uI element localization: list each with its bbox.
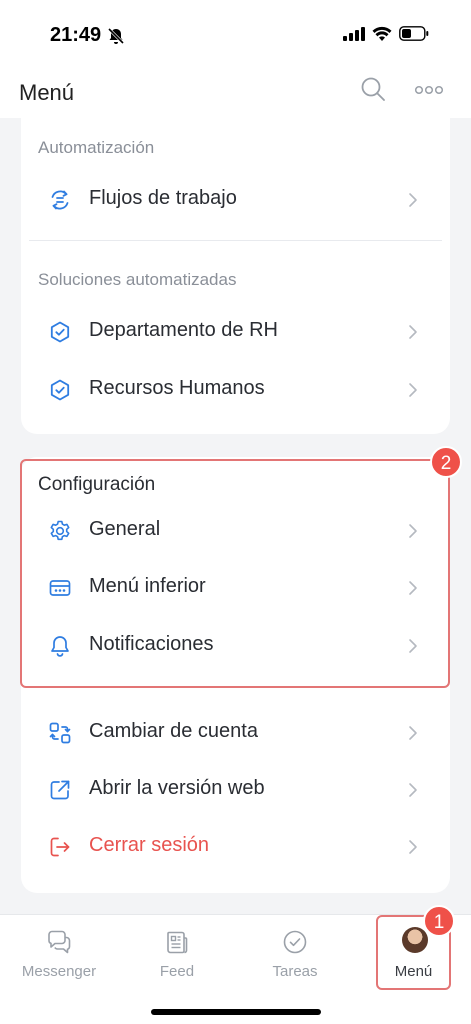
logout-icon [50,837,70,857]
check-circle-icon [283,930,307,954]
gear-icon [50,520,70,541]
more-icon[interactable] [414,84,444,96]
hexagon-check-icon [50,379,70,401]
feed-icon [167,931,188,954]
chevron-right-icon [409,726,417,740]
tab-label: Feed [159,963,195,980]
tab-tasks[interactable]: Tareas [236,915,354,995]
tab-label: Messenger [21,963,97,980]
chevron-right-icon [409,783,417,797]
tab-label: Tareas [272,963,318,980]
settings-card: Configuración General Menú inferior Noti… [21,457,450,893]
workflow-icon [51,190,69,210]
external-link-icon [50,780,70,800]
switch-account-icon [49,722,71,744]
divider [29,240,442,241]
tab-label: Menú [394,963,433,980]
silent-bell-icon [107,27,125,45]
wifi-icon [372,26,392,41]
avatar [402,927,428,953]
menu-item-label: Abrir la versión web [89,777,265,799]
menu-item-label: General [89,518,161,540]
section-title-automation: Automatización [38,138,155,157]
tab-messenger[interactable]: Messenger [0,915,118,995]
bell-icon [51,636,69,657]
chevron-right-icon [409,524,417,538]
annotation-badge-2: 2 [430,446,462,478]
menu-item-switch-account[interactable]: Cambiar de cuenta [21,704,450,760]
menu-item-open-web[interactable]: Abrir la versión web [21,761,450,817]
status-bar: 21:49 [0,0,471,62]
chevron-right-icon [409,639,417,653]
menu-item-bottom-menu[interactable]: Menú inferior [21,559,450,615]
automation-card: Automatización Flujos de trabajo Solucio… [21,118,450,434]
section-title-settings: Configuración [38,474,156,495]
battery-icon [399,26,429,41]
menu-item-label: Recursos Humanos [89,377,265,399]
page-title: Menú [19,80,75,105]
menu-item-label: Menú inferior [89,575,206,597]
chevron-right-icon [409,840,417,854]
tab-feed[interactable]: Feed [118,915,236,995]
home-indicator [151,1009,321,1015]
section-title-solutions: Soluciones automatizadas [38,270,237,289]
menu-item-workflows[interactable]: Flujos de trabajo [21,171,450,227]
signal-icon [343,26,365,41]
search-icon[interactable] [360,76,386,102]
menu-item-label: Departamento de RH [89,319,278,341]
status-time: 21:49 [50,24,102,46]
menu-item-label: Flujos de trabajo [89,187,237,209]
chevron-right-icon [409,193,417,207]
chevron-right-icon [409,383,417,397]
menu-item-general[interactable]: General [21,502,450,558]
menu-item-label: Cerrar sesión [89,834,210,856]
menu-item-rh-department[interactable]: Departamento de RH [21,303,450,359]
menu-header: Menú [0,62,471,118]
bottom-menu-icon [49,580,71,596]
annotation-badge-1: 1 [423,905,455,937]
menu-item-notifications[interactable]: Notificaciones [21,617,450,673]
chat-icon [48,930,71,954]
hexagon-check-icon [50,321,70,343]
menu-item-label: Cambiar de cuenta [89,720,258,742]
menu-item-logout[interactable]: Cerrar sesión [21,818,450,874]
chevron-right-icon [409,581,417,595]
menu-item-label: Notificaciones [89,633,214,655]
menu-item-human-resources[interactable]: Recursos Humanos [21,361,450,417]
status-indicators [343,26,429,41]
chevron-right-icon [409,325,417,339]
